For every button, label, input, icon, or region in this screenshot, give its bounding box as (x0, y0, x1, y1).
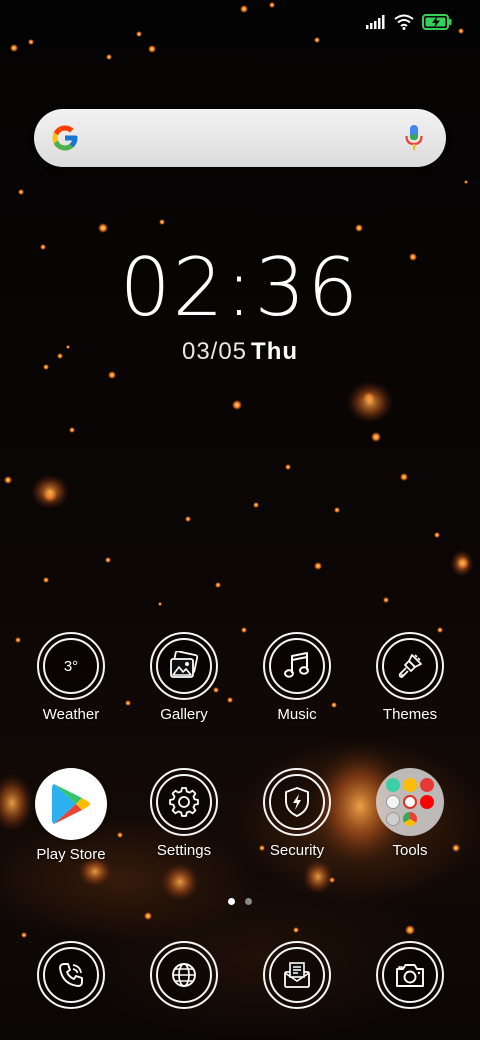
security-icon-ring (263, 768, 331, 836)
phone-icon (59, 963, 83, 987)
shield-bolt-icon (285, 787, 309, 817)
phone-icon-ring (37, 941, 105, 1009)
google-search-bar[interactable] (34, 109, 446, 167)
app-label-music: Music (277, 706, 317, 723)
folder-icon (376, 768, 444, 836)
app-label-weather: Weather (42, 706, 100, 723)
dock-messages[interactable] (247, 941, 347, 1009)
dock-phone[interactable] (21, 941, 121, 1009)
day-text: Thu (251, 338, 299, 365)
gallery-icon-ring (150, 632, 218, 700)
camera-icon (396, 964, 424, 987)
weather-temperature: 3° (63, 657, 79, 675)
app-label-play-store: Play Store (36, 846, 106, 863)
gear-icon (169, 787, 199, 817)
app-label-gallery: Gallery (160, 706, 208, 723)
app-security[interactable]: Security (247, 768, 347, 859)
wifi-icon (394, 14, 414, 30)
app-label-themes: Themes (382, 706, 438, 723)
music-icon-ring (263, 632, 331, 700)
status-bar (366, 12, 452, 32)
app-gallery[interactable]: Gallery (134, 632, 234, 723)
settings-icon-ring (150, 768, 218, 836)
battery-charging-icon (422, 14, 452, 30)
app-play-store[interactable]: Play Store (21, 768, 121, 863)
folder-mini-app-icon (420, 778, 434, 792)
messages-icon-ring (263, 941, 331, 1009)
app-music[interactable]: Music (247, 632, 347, 723)
microphone-icon[interactable] (404, 124, 424, 152)
folder-mini-app-icon (403, 778, 417, 792)
browser-icon-ring (150, 941, 218, 1009)
app-label-security: Security (269, 842, 325, 859)
folder-empty-slot (420, 812, 434, 826)
play-store-icon (35, 768, 107, 840)
app-weather[interactable]: 3° Weather (21, 632, 121, 723)
music-note-icon (284, 652, 309, 678)
app-label-settings: Settings (156, 842, 212, 859)
signal-bars-icon (366, 15, 385, 29)
weather-icon: 3° (43, 638, 99, 694)
dock-camera[interactable] (360, 941, 460, 1009)
themes-icon-ring (376, 632, 444, 700)
camera-icon-ring (376, 941, 444, 1009)
app-folder-tools[interactable]: Tools (360, 768, 460, 859)
image-icon (170, 651, 199, 678)
app-label-tools: Tools (392, 842, 428, 859)
dock-browser[interactable] (134, 941, 234, 1009)
page-dot-active[interactable] (228, 898, 235, 905)
folder-mini-app-icon (403, 812, 417, 826)
clock-date[interactable]: 03/05 Thu (0, 338, 480, 366)
google-g-icon (52, 125, 78, 151)
folder-mini-app-icon (386, 778, 400, 792)
date-text: 03/05 (181, 338, 248, 365)
home-screen: 02:36 03/05 Thu 3° Weather Gallery Music… (0, 0, 480, 1040)
app-settings[interactable]: Settings (134, 768, 234, 859)
paintbrush-icon (398, 654, 422, 678)
messages-icon (284, 962, 310, 988)
page-dot[interactable] (245, 898, 252, 905)
globe-icon (172, 963, 196, 987)
folder-mini-app-icon (420, 795, 434, 809)
page-indicator[interactable] (0, 898, 480, 905)
weather-icon-ring: 3° (37, 632, 105, 700)
folder-mini-app-icon (386, 795, 400, 809)
folder-mini-app-icon (386, 812, 400, 826)
folder-mini-app-icon (403, 795, 417, 809)
app-themes[interactable]: Themes (360, 632, 460, 723)
clock-time[interactable]: 02:36 (0, 238, 480, 338)
